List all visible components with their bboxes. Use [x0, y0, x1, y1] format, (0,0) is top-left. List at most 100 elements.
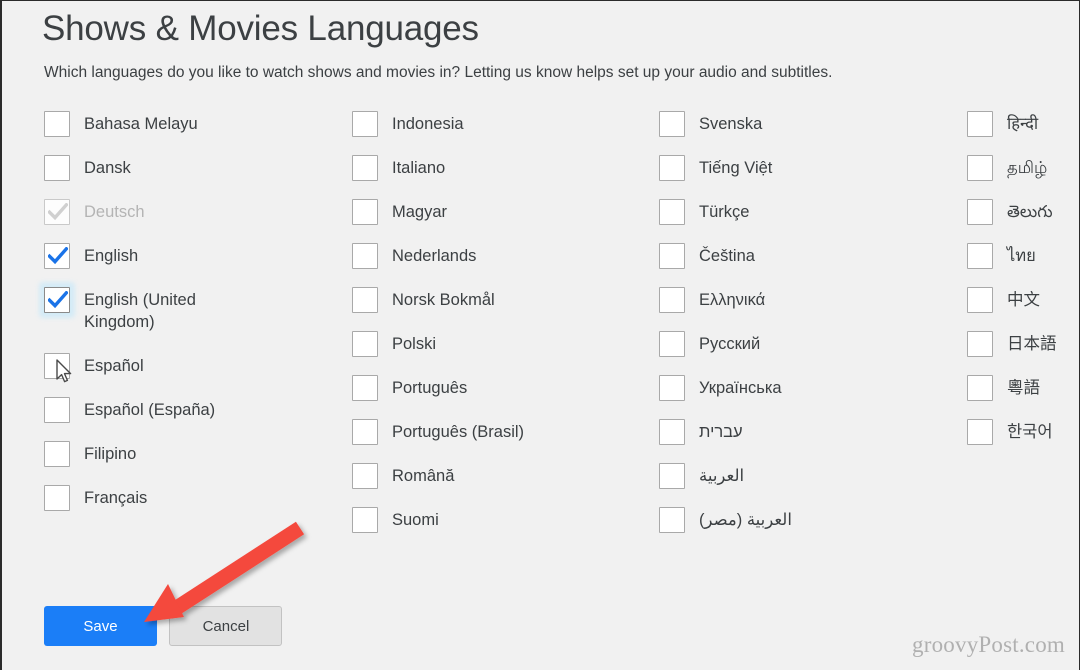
language-checkbox-row[interactable]: 日本語 — [967, 329, 1077, 373]
language-checkbox[interactable] — [352, 419, 380, 447]
language-label: Bahasa Melayu — [84, 109, 198, 135]
language-checkbox-row[interactable]: Français — [44, 483, 344, 527]
language-checkbox[interactable] — [352, 111, 380, 139]
language-checkbox[interactable] — [967, 331, 995, 359]
form-action-bar: Save Cancel — [44, 606, 282, 646]
language-checkbox-row[interactable]: 한국어 — [967, 417, 1077, 461]
language-checkbox-row[interactable]: Română — [352, 461, 652, 505]
language-checkbox-row[interactable]: ไทย — [967, 241, 1077, 285]
language-checkbox[interactable] — [659, 199, 687, 227]
cancel-button[interactable]: Cancel — [169, 606, 282, 646]
language-label: Tiếng Việt — [699, 153, 772, 179]
language-checkbox-row[interactable]: Norsk Bokmål — [352, 285, 652, 329]
language-checkbox-grid: Bahasa MelayuDanskDeutschEnglishEnglish … — [2, 109, 1080, 529]
language-checkbox[interactable] — [352, 375, 380, 403]
language-checkbox-row[interactable]: Español (España) — [44, 395, 344, 439]
language-checkbox[interactable] — [352, 507, 380, 535]
language-checkbox[interactable] — [44, 155, 72, 183]
language-checkbox[interactable] — [659, 419, 687, 447]
language-checkbox[interactable] — [44, 243, 72, 271]
language-checkbox-row[interactable]: العربية (مصر) — [659, 505, 959, 549]
language-checkbox[interactable] — [352, 243, 380, 271]
language-checkbox[interactable] — [967, 111, 995, 139]
language-checkbox-row[interactable]: 中文 — [967, 285, 1077, 329]
language-checkbox[interactable] — [659, 243, 687, 271]
checkbox-box — [44, 243, 70, 269]
checkbox-box — [44, 485, 70, 511]
language-checkbox-row[interactable]: Ελληνικά — [659, 285, 959, 329]
save-button[interactable]: Save — [44, 606, 157, 646]
language-checkbox-row[interactable]: English — [44, 241, 344, 285]
language-checkbox-row[interactable]: Indonesia — [352, 109, 652, 153]
language-checkbox-row[interactable]: Bahasa Melayu — [44, 109, 344, 153]
language-checkbox[interactable] — [44, 397, 72, 425]
checkbox-box — [352, 111, 378, 137]
language-checkbox[interactable] — [659, 155, 687, 183]
language-checkbox-row[interactable]: Magyar — [352, 197, 652, 241]
language-checkbox-row[interactable]: Türkçe — [659, 197, 959, 241]
language-checkbox[interactable] — [352, 463, 380, 491]
page-subtitle: Which languages do you like to watch sho… — [44, 63, 832, 83]
language-checkbox[interactable] — [659, 463, 687, 491]
language-checkbox[interactable] — [967, 155, 995, 183]
language-label: Português — [392, 373, 467, 399]
language-checkbox[interactable] — [967, 199, 995, 227]
language-checkbox[interactable] — [659, 287, 687, 315]
language-label: עברית — [699, 417, 743, 443]
language-checkbox[interactable] — [967, 375, 995, 403]
language-checkbox[interactable] — [44, 485, 72, 513]
language-checkbox-row[interactable]: العربية — [659, 461, 959, 505]
language-checkbox[interactable] — [967, 287, 995, 315]
language-checkbox-row[interactable]: Filipino — [44, 439, 344, 483]
checkbox-box — [967, 331, 993, 357]
language-checkbox-row[interactable]: עברית — [659, 417, 959, 461]
language-checkbox[interactable] — [352, 155, 380, 183]
language-label: 日本語 — [1007, 329, 1057, 355]
checkbox-box — [967, 375, 993, 401]
language-checkbox-row[interactable]: Italiano — [352, 153, 652, 197]
language-checkbox[interactable] — [659, 111, 687, 139]
language-checkbox-row[interactable]: Русский — [659, 329, 959, 373]
language-label: العربية (مصر) — [699, 505, 792, 531]
language-label: English — [84, 241, 138, 267]
language-checkbox[interactable] — [659, 375, 687, 403]
checkbox-box — [659, 375, 685, 401]
language-checkbox[interactable] — [352, 287, 380, 315]
language-checkbox-row[interactable]: Suomi — [352, 505, 652, 549]
language-label: Ελληνικά — [699, 285, 765, 311]
language-checkbox[interactable] — [352, 199, 380, 227]
language-checkbox[interactable] — [44, 111, 72, 139]
language-checkbox-row[interactable]: English (United Kingdom) — [44, 285, 344, 351]
language-label: Nederlands — [392, 241, 476, 267]
language-checkbox[interactable] — [659, 507, 687, 535]
checkbox-box — [659, 155, 685, 181]
language-checkbox-row[interactable]: Čeština — [659, 241, 959, 285]
language-checkbox-row[interactable]: Nederlands — [352, 241, 652, 285]
language-checkbox-row[interactable]: Polski — [352, 329, 652, 373]
language-checkbox[interactable] — [967, 419, 995, 447]
checkbox-box — [352, 155, 378, 181]
language-label: Norsk Bokmål — [392, 285, 495, 311]
language-checkbox-row[interactable]: Español — [44, 351, 344, 395]
checkbox-box — [659, 419, 685, 445]
language-checkbox-row[interactable]: 粵語 — [967, 373, 1077, 417]
language-checkbox-row[interactable]: Português — [352, 373, 652, 417]
language-checkbox-row[interactable]: தமிழ் — [967, 153, 1077, 197]
language-column-2: IndonesiaItalianoMagyarNederlands Norsk B… — [352, 109, 652, 549]
language-checkbox-row[interactable]: Svenska — [659, 109, 959, 153]
language-checkbox[interactable] — [659, 331, 687, 359]
language-checkbox[interactable] — [967, 243, 995, 271]
language-column-4: हिन्दीதமிழ்తెలుగుไทย中文日本語粵語한국어 — [967, 109, 1077, 461]
language-checkbox[interactable] — [44, 287, 72, 315]
checkbox-box — [44, 397, 70, 423]
language-checkbox-row[interactable]: తెలుగు — [967, 197, 1077, 241]
language-checkbox-row[interactable]: Dansk — [44, 153, 344, 197]
language-checkbox[interactable] — [44, 353, 72, 381]
language-checkbox[interactable] — [352, 331, 380, 359]
language-checkbox[interactable] — [44, 441, 72, 469]
language-checkbox-row[interactable]: हिन्दी — [967, 109, 1077, 153]
language-checkbox-row[interactable]: Tiếng Việt — [659, 153, 959, 197]
language-checkbox-row[interactable]: Português (Brasil) — [352, 417, 652, 461]
checkbox-box — [967, 111, 993, 137]
language-checkbox-row[interactable]: Українська — [659, 373, 959, 417]
